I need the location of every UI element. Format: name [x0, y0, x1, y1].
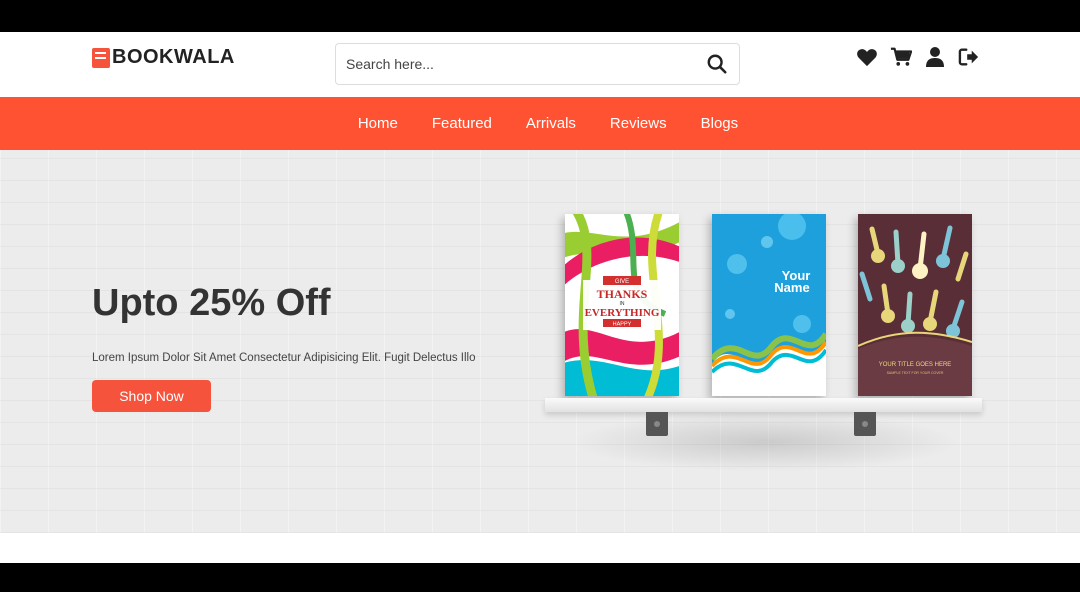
book3-title: YOUR TITLE GOES HERE [879, 362, 952, 368]
search-bar [335, 43, 740, 85]
brand-name: BOOKWALA [112, 46, 235, 68]
logout-icon[interactable] [958, 46, 980, 68]
site-header: BOOKWALA [0, 32, 1080, 97]
search-icon[interactable] [695, 44, 739, 84]
nav-home[interactable]: Home [358, 115, 398, 132]
book1-line-thanks: THANKS [597, 287, 648, 301]
main-navigation: Home Featured Arrivals Reviews Blogs [0, 97, 1080, 150]
book-cover-hands[interactable]: YOUR TITLE GOES HERE SAMPLE TEXT FOR YOU… [858, 214, 972, 396]
cart-icon[interactable] [890, 46, 912, 68]
nav-blogs[interactable]: Blogs [701, 115, 739, 132]
book-cover-your-name[interactable]: Your Name [712, 214, 826, 396]
book1-line-happy: HAPPY [613, 322, 632, 328]
nav-arrivals[interactable]: Arrivals [526, 115, 576, 132]
bottom-black-bar [0, 563, 1080, 592]
shop-now-button[interactable]: Shop Now [92, 380, 211, 412]
top-black-bar [0, 0, 1080, 32]
book2-line-name: Name [774, 280, 809, 295]
book3-subtitle: SAMPLE TEXT FOR YOUR COVER [887, 371, 944, 375]
book1-line-everything: EVERYTHING [585, 307, 660, 319]
nav-reviews[interactable]: Reviews [610, 115, 667, 132]
book1-line-give: GIVE [615, 279, 629, 285]
shelf-bracket-left [646, 412, 668, 436]
content-below-hero [0, 533, 1080, 563]
heart-icon[interactable] [856, 46, 878, 68]
shelf-shadow [570, 412, 960, 472]
bookshelf [545, 398, 982, 412]
brand-logo[interactable]: BOOKWALA [92, 46, 235, 69]
shelf-bracket-right [854, 412, 876, 436]
book-cover-thanks[interactable]: GIVE THANKS IN EVERYTHING HAPPY [565, 214, 679, 396]
hero-title: Upto 25% Off [92, 282, 331, 324]
nav-featured[interactable]: Featured [432, 115, 492, 132]
header-icons [856, 46, 980, 68]
book-icon [92, 47, 110, 68]
search-input[interactable] [336, 44, 695, 84]
hero-description: Lorem Ipsum Dolor Sit Amet Consectetur A… [92, 352, 476, 364]
hero-banner: Upto 25% Off Lorem Ipsum Dolor Sit Amet … [0, 150, 1080, 533]
user-icon[interactable] [924, 46, 946, 68]
